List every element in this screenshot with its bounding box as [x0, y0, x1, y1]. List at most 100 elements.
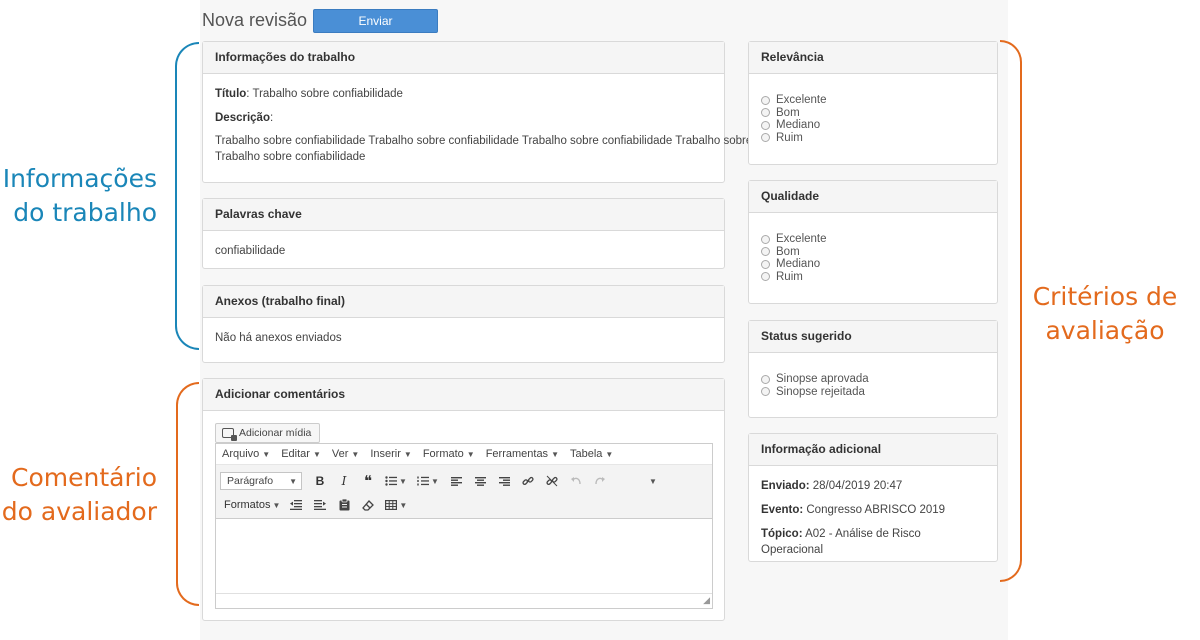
bullet-list-button[interactable]: ▼ [380, 471, 412, 491]
relevance-options: Excelente Bom Mediano Ruim [749, 74, 997, 144]
radio-button[interactable] [761, 374, 770, 384]
sent-value: 28/04/2019 20:47 [809, 480, 903, 492]
status-options: Sinopse aprovada Sinopse rejeitada [749, 353, 997, 398]
align-right-button[interactable] [492, 471, 516, 491]
menu-inserir[interactable]: Inserir ▼ [370, 448, 411, 460]
caret-down-icon: ▼ [403, 450, 412, 459]
remove-link-button[interactable] [540, 471, 564, 491]
align-left-button[interactable] [444, 471, 468, 491]
radio-button[interactable] [761, 387, 770, 397]
radio-button[interactable] [761, 272, 770, 282]
annotation-line: do avaliador [1, 497, 157, 526]
radio-button[interactable] [761, 259, 770, 269]
undo-button[interactable] [564, 471, 588, 491]
status-option-approved[interactable]: Sinopse aprovada [761, 373, 997, 386]
menu-tabela[interactable]: Tabela ▼ [570, 448, 613, 460]
relevance-option-bom[interactable]: Bom [761, 107, 997, 120]
panel-body: Enviado: 28/04/2019 20:47 Evento: Congre… [749, 466, 997, 578]
numbered-list-button[interactable]: ▼ [412, 471, 444, 491]
work-title: Título: Trabalho sobre confiabilidade [215, 86, 712, 102]
option-label: Bom [776, 245, 800, 258]
paragraph-select-value: Parágrafo [227, 475, 274, 487]
option-label: Bom [776, 106, 800, 119]
radio-button[interactable] [761, 247, 770, 257]
radio-button[interactable] [761, 234, 770, 244]
quality-option-excelente[interactable]: Excelente [761, 233, 997, 246]
menu-arquivo[interactable]: Arquivo ▼ [222, 448, 270, 460]
option-label: Ruim [776, 270, 803, 283]
panel-title: Anexos (trabalho final) [203, 286, 724, 318]
sent-label: Enviado: [761, 480, 810, 492]
media-icon [222, 428, 237, 441]
redo-button[interactable] [588, 471, 612, 491]
insert-link-button[interactable] [516, 471, 540, 491]
menu-label: Formato [422, 448, 464, 460]
radio-button[interactable] [761, 108, 770, 118]
annotation-line: Comentário [11, 463, 157, 492]
panel-title: Informação adicional [749, 434, 997, 466]
radio-button[interactable] [761, 95, 770, 105]
menu-label: Tabela [569, 448, 603, 460]
brace-criteria [1000, 40, 1022, 582]
more-options-button[interactable]: ▼ [640, 471, 664, 491]
bullet-list-icon [385, 476, 398, 486]
caret-down-icon: ▼ [466, 450, 475, 459]
annotation-evaluator-comment: Comentário do avaliador [0, 461, 157, 529]
annotation-line: Informações [2, 164, 157, 193]
relevance-option-mediano[interactable]: Mediano [761, 119, 997, 132]
relevance-option-excelente[interactable]: Excelente [761, 94, 997, 107]
annotation-line: do trabalho [13, 198, 157, 227]
align-right-icon [498, 476, 510, 486]
comment-text-area[interactable] [216, 519, 712, 593]
indent-button[interactable] [308, 495, 332, 515]
align-left-icon [450, 476, 462, 486]
clear-formatting-button[interactable] [356, 495, 380, 515]
link-icon [522, 476, 534, 485]
table-button[interactable]: ▼ [380, 495, 412, 515]
caret-down-icon: ▼ [399, 500, 408, 510]
italic-button[interactable]: I [332, 471, 356, 491]
outdent-button[interactable] [284, 495, 308, 515]
comments-panel: Adicionar comentários Adicionar mídia Ar… [202, 378, 725, 621]
menu-formato[interactable]: Formato ▼ [423, 448, 475, 460]
relevance-option-ruim[interactable]: Ruim [761, 132, 997, 145]
numbered-list-icon [417, 476, 430, 486]
menu-editar[interactable]: Editar ▼ [281, 448, 321, 460]
option-label: Sinopse aprovada [776, 373, 869, 386]
sent-date: Enviado: 28/04/2019 20:47 [761, 478, 985, 494]
align-center-button[interactable] [468, 471, 492, 491]
add-media-button[interactable]: Adicionar mídia [215, 423, 321, 443]
comments-body: Adicionar mídia Arquivo ▼ Editar ▼ Ver ▼ In… [203, 411, 724, 621]
paste-text-button[interactable] [332, 495, 356, 515]
quality-panel: Qualidade Excelente Bom Mediano Ruim [748, 180, 998, 304]
blockquote-button[interactable]: ❝ [356, 471, 380, 491]
caret-down-icon: ▼ [551, 450, 559, 459]
annotation-work-info: Informações do trabalho [0, 162, 157, 230]
status-option-rejected[interactable]: Sinopse rejeitada [761, 386, 997, 399]
editor-statusbar: ◢ [216, 593, 712, 607]
resize-handle-icon[interactable]: ◢ [703, 595, 710, 606]
description-line: Trabalho sobre confiabilidade [215, 151, 366, 163]
annotation-line: avaliação [1045, 316, 1165, 345]
radio-button[interactable] [761, 133, 770, 143]
work-title-value: : Trabalho sobre confiabilidade [246, 88, 403, 100]
quality-options: Excelente Bom Mediano Ruim [749, 213, 997, 283]
option-label: Excelente [776, 233, 827, 246]
quality-option-bom[interactable]: Bom [761, 246, 997, 259]
formats-dropdown[interactable]: Formatos ▼ [220, 495, 284, 515]
caret-down-icon: ▼ [262, 450, 271, 459]
toolbar-row: Parágrafo ▼ B I ❝ ▼ ▼ ▼ [220, 469, 708, 493]
quality-option-mediano[interactable]: Mediano [761, 258, 997, 271]
menu-ferramentas[interactable]: Ferramentas ▼ [486, 448, 559, 460]
brace-evaluator-comment [176, 382, 199, 606]
add-media-label: Adicionar mídia [239, 427, 312, 439]
rich-text-editor: Arquivo ▼ Editar ▼ Ver ▼ Inserir ▼ Formato ▼ … [215, 443, 713, 609]
send-button[interactable]: Enviar [313, 9, 438, 33]
menu-ver[interactable]: Ver ▼ [332, 448, 359, 460]
clipboard-icon [339, 499, 350, 511]
bold-button[interactable]: B [308, 471, 332, 491]
radio-button[interactable] [761, 120, 770, 130]
quality-option-ruim[interactable]: Ruim [761, 271, 997, 284]
paragraph-select[interactable]: Parágrafo ▼ [220, 472, 302, 490]
work-description: Trabalho sobre confiabilidade Trabalho s… [215, 133, 826, 165]
